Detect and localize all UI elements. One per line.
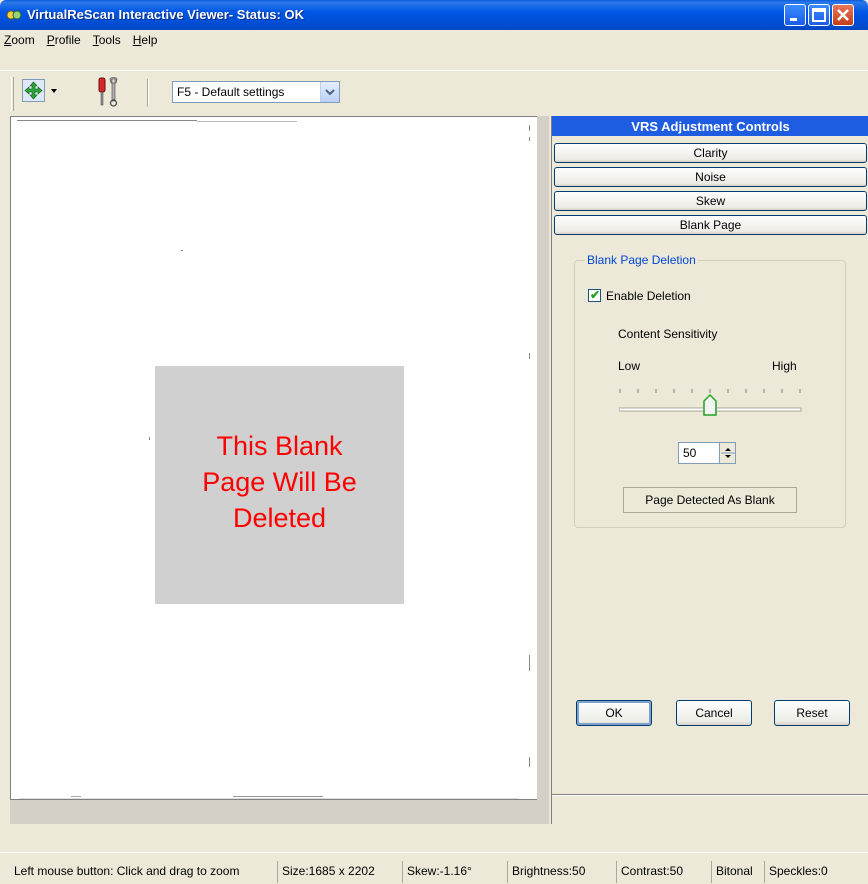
viewer-scroll-gutter xyxy=(537,116,549,824)
status-contrast: Contrast:50 xyxy=(616,861,710,883)
maximize-icon xyxy=(812,8,826,22)
status-speckles: Speckles:0 xyxy=(764,861,868,883)
pan-dropdown-button[interactable] xyxy=(22,79,62,103)
status-bar: Left mouse button: Click and drag to zoo… xyxy=(0,852,868,884)
checkmark-icon: ✔ xyxy=(590,288,601,302)
status-brightness: Brightness:50 xyxy=(507,861,615,883)
enable-deletion-label[interactable]: Enable Deletion xyxy=(606,289,691,303)
blank-page-deletion-group: Blank Page Deletion ✔ Enable Deletion Co… xyxy=(574,253,846,528)
blank-page-marker-text: This Blank Page Will Be Deleted xyxy=(202,431,357,533)
sensitivity-slider[interactable] xyxy=(618,385,803,425)
wrench-screwdriver-icon xyxy=(98,77,118,107)
toolbar-separator xyxy=(147,79,149,107)
maximize-button[interactable] xyxy=(808,4,830,26)
toolbar: F5 - Default settings xyxy=(0,70,868,116)
section-skew-button[interactable]: Skew xyxy=(554,191,867,211)
minimize-icon xyxy=(790,18,797,21)
sensitivity-spinbox[interactable]: 50 xyxy=(678,442,736,464)
cancel-button[interactable]: Cancel xyxy=(676,700,752,726)
sensitivity-value: 50 xyxy=(683,446,697,460)
status-size: Size:1685 x 2202 xyxy=(277,861,401,883)
chevron-down-icon xyxy=(325,89,335,96)
section-blank-page-button[interactable]: Blank Page xyxy=(554,215,867,235)
panel-separator xyxy=(552,794,868,796)
group-title: Blank Page Deletion xyxy=(585,253,698,267)
menu-zoom[interactable]: Zoom xyxy=(0,30,41,50)
close-button[interactable] xyxy=(832,4,854,26)
panel-header: VRS Adjustment Controls xyxy=(552,116,868,136)
spin-arrows-icon xyxy=(721,448,735,458)
blank-page-marker: This Blank Page Will Be Deleted xyxy=(155,366,404,604)
close-icon xyxy=(837,9,849,21)
slider-track xyxy=(618,389,802,416)
reset-button[interactable]: Reset xyxy=(774,700,850,726)
menu-profile[interactable]: Profile xyxy=(41,30,87,50)
toolbar-grip xyxy=(11,77,14,111)
content-sensitivity-label: Content Sensitivity xyxy=(618,327,718,341)
status-hint: Left mouse button: Click and drag to zoo… xyxy=(14,864,240,878)
image-viewer[interactable]: This Blank Page Will Be Deleted xyxy=(10,116,548,800)
section-noise-button[interactable]: Noise xyxy=(554,167,867,187)
status-skew: Skew:-1.16° xyxy=(402,861,506,883)
profile-select-arrow[interactable] xyxy=(320,82,339,102)
menu-bar: Zoom Profile Tools Help xyxy=(0,30,868,70)
tools-button[interactable] xyxy=(90,76,128,108)
ok-button[interactable]: OK xyxy=(576,700,652,726)
spin-buttons[interactable] xyxy=(719,443,735,463)
enable-deletion-checkbox[interactable]: ✔ xyxy=(588,288,601,302)
sensitivity-low-label: Low xyxy=(618,359,641,373)
slider-thumb[interactable] xyxy=(703,393,717,416)
menu-tools[interactable]: Tools xyxy=(87,30,127,50)
profile-select[interactable]: F5 - Default settings xyxy=(172,81,340,103)
viewer-bottom-gutter xyxy=(10,800,549,824)
menu-help[interactable]: Help xyxy=(127,30,164,50)
title-bar: VirtualReScan Interactive Viewer- Status… xyxy=(0,0,868,30)
status-mode: Bitonal xyxy=(711,861,763,883)
profile-select-value: F5 - Default settings xyxy=(177,85,285,99)
blank-detection-status: Page Detected As Blank xyxy=(623,487,797,513)
sensitivity-high-label: High xyxy=(772,359,797,373)
window-title: VirtualReScan Interactive Viewer- Status… xyxy=(27,7,304,22)
minimize-button[interactable] xyxy=(784,4,806,26)
app-icon xyxy=(6,10,22,20)
section-clarity-button[interactable]: Clarity xyxy=(554,143,867,163)
pan-arrows-icon xyxy=(22,79,57,102)
